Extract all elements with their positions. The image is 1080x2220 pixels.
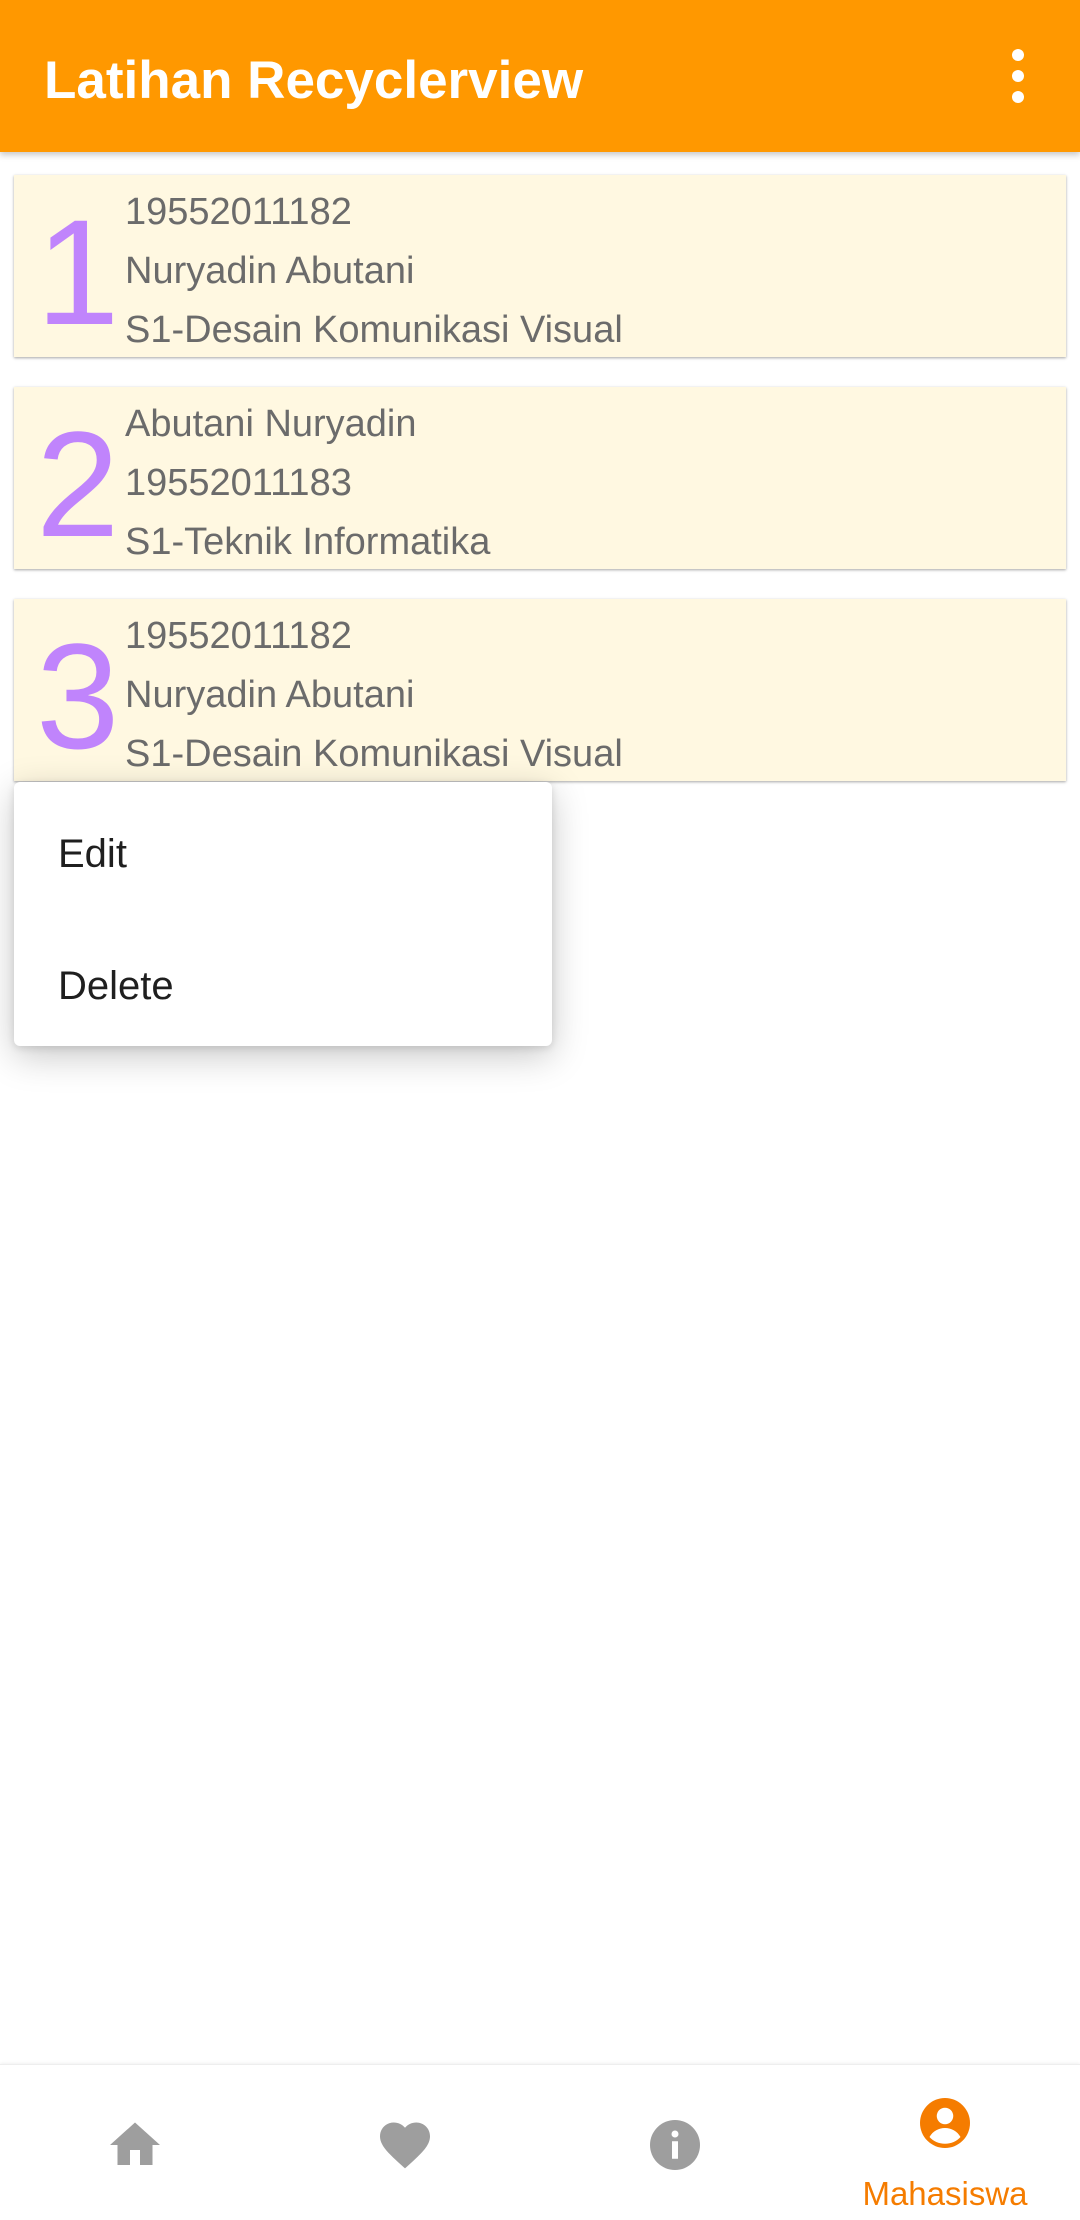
item-line: S1-Teknik Informatika bbox=[125, 521, 491, 563]
item-details: 19552011182 Nuryadin Abutani S1-Desain K… bbox=[125, 183, 623, 360]
student-card[interactable]: 3 19552011182 Nuryadin Abutani S1-Desain… bbox=[14, 599, 1066, 781]
item-details: 19552011182 Nuryadin Abutani S1-Desain K… bbox=[125, 607, 623, 784]
edit-menu-item[interactable]: Edit bbox=[58, 832, 127, 877]
delete-menu-item[interactable]: Delete bbox=[58, 964, 174, 1009]
nav-favorites[interactable] bbox=[270, 2065, 540, 2220]
item-line: Nuryadin Abutani bbox=[125, 674, 415, 716]
student-card[interactable]: 2 Abutani Nuryadin 19552011183 S1-Teknik… bbox=[14, 387, 1066, 569]
item-line: Nuryadin Abutani bbox=[125, 250, 415, 292]
heart-icon bbox=[380, 2122, 430, 2169]
screen: Latihan Recyclerview 1 19552011182 Nurya… bbox=[0, 0, 1080, 2220]
app-bar: Latihan Recyclerview bbox=[0, 0, 1080, 152]
item-number: 3 bbox=[36, 612, 120, 780]
item-number: 2 bbox=[36, 400, 120, 568]
item-line: S1-Desain Komunikasi Visual bbox=[125, 309, 623, 351]
student-list: 1 19552011182 Nuryadin Abutani S1-Desain… bbox=[14, 175, 1066, 811]
context-menu: Edit Delete bbox=[14, 782, 552, 1046]
nav-mahasiswa[interactable]: Mahasiswa bbox=[810, 2065, 1080, 2220]
nav-info[interactable] bbox=[540, 2065, 810, 2220]
nav-label-mahasiswa: Mahasiswa bbox=[862, 2175, 1028, 2212]
item-line: 19552011183 bbox=[125, 462, 352, 504]
info-icon bbox=[650, 2120, 700, 2170]
student-card[interactable]: 1 19552011182 Nuryadin Abutani S1-Desain… bbox=[14, 175, 1066, 357]
home-icon bbox=[110, 2122, 160, 2165]
item-line: S1-Desain Komunikasi Visual bbox=[125, 733, 623, 775]
more-vert-icon bbox=[1012, 49, 1024, 103]
app-title: Latihan Recyclerview bbox=[44, 51, 584, 110]
item-line: Abutani Nuryadin bbox=[125, 403, 417, 445]
overflow-menu-button[interactable] bbox=[982, 36, 1054, 116]
bottom-navigation: Mahasiswa bbox=[0, 2064, 1080, 2220]
item-line: 19552011182 bbox=[125, 615, 352, 657]
item-number: 1 bbox=[36, 188, 120, 356]
account-circle-icon bbox=[920, 2098, 970, 2148]
item-line: 19552011182 bbox=[125, 191, 352, 233]
item-details: Abutani Nuryadin 19552011183 S1-Teknik I… bbox=[125, 395, 490, 572]
nav-home[interactable] bbox=[0, 2065, 270, 2220]
